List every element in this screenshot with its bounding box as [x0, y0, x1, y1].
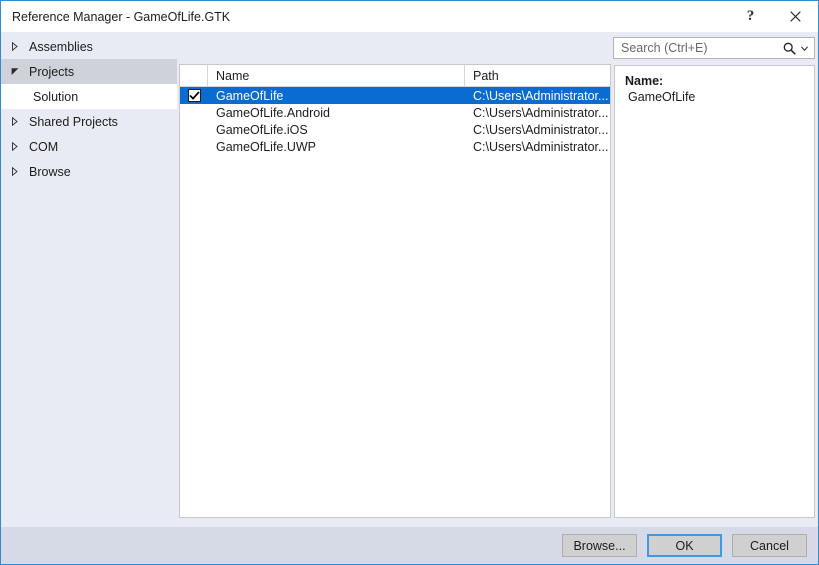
sidebar-item-label: Shared Projects	[29, 114, 118, 129]
column-header-path[interactable]: Path	[465, 65, 610, 86]
row-name: GameOfLife.Android	[216, 105, 330, 120]
category-tree: Assemblies Projects Solution Shared Proj…	[1, 32, 177, 527]
close-icon	[790, 11, 801, 22]
sidebar-item-browse[interactable]: Browse	[1, 159, 177, 184]
sidebar-item-com[interactable]: COM	[1, 134, 177, 159]
sidebar-item-projects[interactable]: Projects	[1, 59, 177, 84]
list-rows: GameOfLife C:\Users\Administrator... Gam…	[180, 87, 610, 517]
detail-content: Name: GameOfLife	[614, 65, 815, 518]
reference-listbox[interactable]: Name Path GameOfLife C:\Users\Administra…	[179, 64, 611, 518]
window-controls: ?	[728, 1, 818, 32]
list-header: Name Path	[180, 65, 610, 87]
table-row[interactable]: GameOfLife C:\Users\Administrator...	[180, 87, 610, 104]
sidebar-item-label: Solution	[33, 89, 79, 104]
sidebar-item-label: Projects	[29, 64, 75, 79]
row-path: C:\Users\Administrator...	[473, 122, 609, 137]
detail-name-value: GameOfLife	[628, 90, 696, 104]
reference-manager-dialog: Reference Manager - GameOfLife.GTK ? Ass…	[0, 0, 819, 565]
row-name: GameOfLife.UWP	[216, 139, 317, 154]
chevron-down-icon[interactable]	[801, 45, 814, 51]
checkbox-checked-icon[interactable]	[187, 89, 201, 102]
chevron-right-icon	[11, 42, 27, 51]
chevron-right-icon	[11, 142, 27, 151]
chevron-right-icon	[11, 117, 27, 126]
title-bar: Reference Manager - GameOfLife.GTK ?	[1, 1, 818, 32]
sidebar-item-label: Assemblies	[29, 39, 93, 54]
dialog-body: Assemblies Projects Solution Shared Proj…	[1, 32, 818, 564]
column-header-name[interactable]: Name	[208, 65, 465, 86]
row-checkbox-cell[interactable]	[180, 89, 208, 102]
chevron-right-icon	[11, 167, 27, 176]
search-box[interactable]	[613, 37, 815, 59]
reference-list-panel: Name Path GameOfLife C:\Users\Administra…	[177, 32, 614, 527]
table-row[interactable]: GameOfLife.iOS C:\Users\Administrator...	[180, 121, 610, 138]
chevron-down-icon	[11, 67, 27, 76]
window-title: Reference Manager - GameOfLife.GTK	[12, 9, 231, 24]
sidebar-item-shared-projects[interactable]: Shared Projects	[1, 109, 177, 134]
sidebar-item-assemblies[interactable]: Assemblies	[1, 34, 177, 59]
ok-button[interactable]: OK	[647, 534, 722, 557]
sidebar-item-label: Browse	[29, 164, 71, 179]
help-button[interactable]: ?	[728, 1, 773, 32]
detail-name-label: Name:	[625, 74, 664, 88]
row-path: C:\Users\Administrator...	[473, 139, 609, 154]
content-row: Assemblies Projects Solution Shared Proj…	[1, 32, 818, 527]
magnifier-icon[interactable]	[783, 42, 801, 55]
detail-panel: Name: GameOfLife	[614, 32, 818, 527]
sidebar-item-label: COM	[29, 139, 59, 154]
dialog-footer: Browse... OK Cancel	[1, 527, 818, 564]
browse-button[interactable]: Browse...	[562, 534, 637, 557]
row-path: C:\Users\Administrator...	[473, 105, 609, 120]
column-header-checkbox[interactable]	[180, 65, 208, 86]
search-row	[179, 36, 611, 64]
close-button[interactable]	[773, 1, 818, 32]
cancel-button[interactable]: Cancel	[732, 534, 807, 557]
sidebar-item-solution[interactable]: Solution	[1, 84, 177, 109]
search-input[interactable]	[614, 41, 783, 55]
row-name: GameOfLife	[216, 88, 284, 103]
row-path: C:\Users\Administrator...	[473, 88, 609, 103]
table-row[interactable]: GameOfLife.UWP C:\Users\Administrator...	[180, 138, 610, 155]
row-name: GameOfLife.iOS	[216, 122, 308, 137]
question-mark-icon: ?	[746, 8, 755, 24]
table-row[interactable]: GameOfLife.Android C:\Users\Administrato…	[180, 104, 610, 121]
